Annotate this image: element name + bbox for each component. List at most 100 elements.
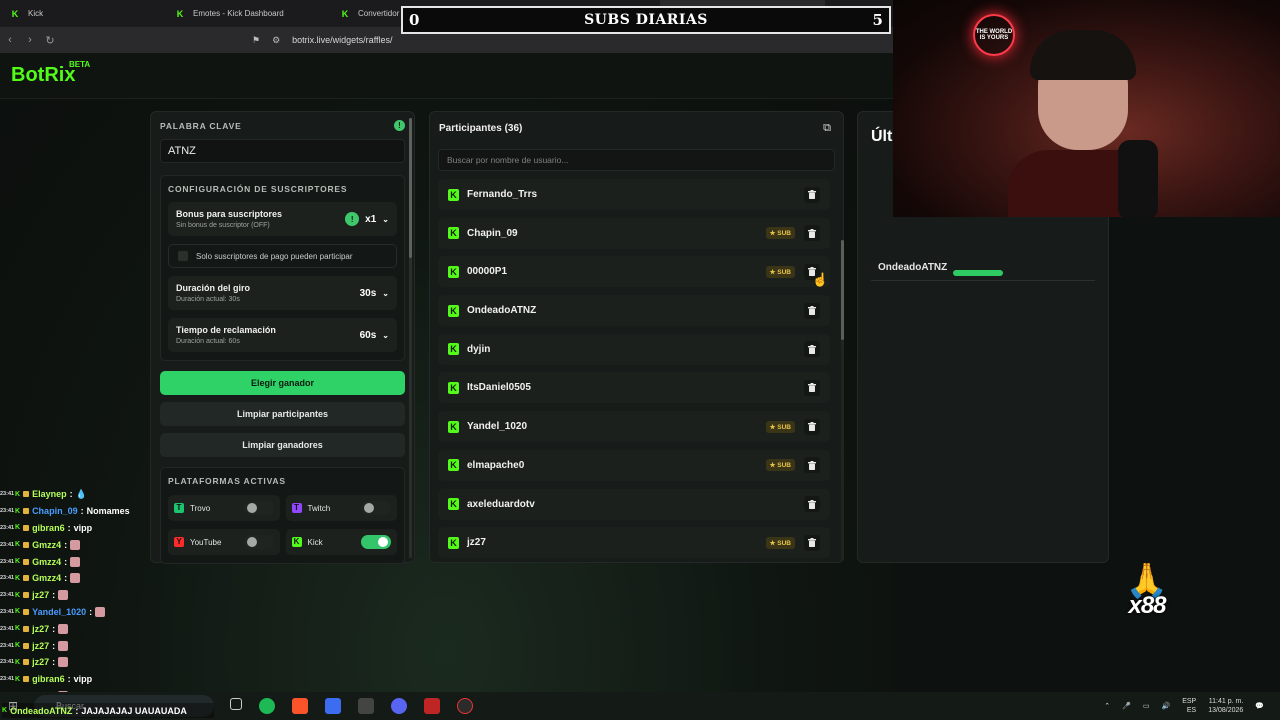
subs-left-count: 0 <box>409 11 420 29</box>
kick-icon: K <box>15 507 21 515</box>
botrix-logo[interactable]: BotRix BETA <box>11 60 90 87</box>
url-text[interactable]: botrix.live/widgets/raffles/ <box>292 35 392 45</box>
delete-participant-button[interactable] <box>804 496 820 512</box>
url-field[interactable]: ⚑ ⚙ botrix.live/widgets/raffles/ <box>252 35 393 46</box>
clock[interactable]: 11:41 p. m. 13/08/2026 <box>1208 697 1243 715</box>
keyword-title: PALABRA CLAVE <box>160 120 242 131</box>
badge-icon <box>23 592 30 599</box>
chevron-up-icon[interactable]: ⌃ <box>1104 702 1110 710</box>
emote-icon <box>95 606 106 617</box>
microphone-icon[interactable]: 🎤 <box>1122 702 1131 710</box>
claim-time-select[interactable]: 60s ⌄ <box>360 330 389 341</box>
chat-line: 23:41Kjz27: <box>0 637 215 654</box>
chat-timestamp: 23:41 <box>0 676 15 683</box>
checkbox-box[interactable] <box>178 251 188 261</box>
spotify-icon[interactable] <box>259 698 275 714</box>
platform-toggle[interactable] <box>243 535 274 549</box>
clear-winners-button[interactable]: Limpiar ganadores <box>160 433 405 457</box>
volume-icon[interactable]: 🔊 <box>1162 702 1171 710</box>
config-scrollbar[interactable] <box>409 118 412 558</box>
chat-message: vipp <box>73 522 93 533</box>
app-icon[interactable] <box>457 698 473 714</box>
kick-icon: K <box>15 541 21 549</box>
chat-separator: : <box>52 640 56 651</box>
copy-icon[interactable]: ⧉ <box>823 122 831 135</box>
badge-icon <box>23 608 30 615</box>
delete-participant-button[interactable] <box>804 457 820 474</box>
bonus-select[interactable]: x1 ⌄ <box>365 214 389 225</box>
discord-icon[interactable] <box>391 698 407 714</box>
delete-participant-button[interactable] <box>804 225 820 242</box>
chat-username: gibran6 <box>32 522 65 533</box>
badge-icon <box>23 642 30 649</box>
network-icon[interactable]: ▭ <box>1143 702 1150 710</box>
claim-time-option: Tiempo de reclamación Duración actual: 6… <box>168 318 397 352</box>
clear-participants-button[interactable]: Limpiar participantes <box>160 402 405 426</box>
delete-participant-button[interactable] <box>804 302 820 319</box>
headphones-hair <box>1030 30 1136 80</box>
back-icon[interactable]: ‹ <box>0 34 20 46</box>
obs-icon[interactable] <box>358 698 374 714</box>
neon-sign: THE WORLD IS YOURS <box>973 14 1015 56</box>
subscriber-config-section: CONFIGURACIÓN DE SUSCRIPTORES Bonus para… <box>160 175 405 361</box>
platform-toggle[interactable] <box>361 501 391 515</box>
trash-icon <box>808 344 816 354</box>
kick-icon: K <box>448 343 459 356</box>
chat-username: gibran6 <box>32 674 65 685</box>
kick-icon: K <box>448 265 459 278</box>
paid-subs-only-checkbox[interactable]: Solo suscriptores de pago pueden partici… <box>168 244 397 268</box>
chevron-down-icon: ⌄ <box>382 214 389 224</box>
delete-participant-button[interactable] <box>804 186 820 203</box>
spin-duration-select[interactable]: 30s ⌄ <box>360 288 389 299</box>
participant-row: K OndeadoATNZ <box>438 295 830 327</box>
clock-time: 11:41 p. m. <box>1208 698 1244 705</box>
delete-participant-button[interactable] <box>804 418 820 435</box>
info-icon[interactable]: ! <box>394 120 405 131</box>
brave-icon[interactable] <box>292 698 308 714</box>
browser-tab[interactable]: K Kick <box>0 0 165 27</box>
participant-name: dyjin <box>467 343 491 355</box>
participant-name: axeleduardotv <box>467 498 535 510</box>
emote-icon <box>70 573 81 584</box>
app-icon[interactable] <box>424 698 440 714</box>
bookmark-icon[interactable]: ⚑ <box>252 35 260 46</box>
app-icon[interactable] <box>325 698 341 714</box>
chat-message: JAJAJAJAJ UAUAUADA <box>81 705 187 716</box>
delete-participant-button[interactable] <box>804 534 820 551</box>
platform-toggle[interactable] <box>243 501 274 515</box>
bonus-info-icon[interactable]: ! <box>345 212 360 226</box>
winner-status-pill <box>953 270 1003 276</box>
trash-icon <box>808 383 816 393</box>
site-info-icon[interactable]: ⚙ <box>272 35 280 46</box>
task-view-icon[interactable] <box>230 698 242 710</box>
spin-value: 30s <box>359 287 377 299</box>
reload-icon[interactable]: ↻ <box>40 34 60 47</box>
lang-bottom: ES <box>1186 707 1197 714</box>
claim-value: 60s <box>359 329 377 341</box>
bonus-subtitle: Sin bonus de suscriptor (OFF) <box>176 222 270 229</box>
notification-icon[interactable]: 💬 <box>1255 702 1264 710</box>
kick-icon: K <box>15 642 21 650</box>
forward-icon[interactable]: › <box>20 34 40 46</box>
keyword-input[interactable]: ATNZ <box>160 139 405 163</box>
chat-bottom-message: K OndeadoATNZ : JAJAJAJAJ UAUAUADA <box>2 703 214 718</box>
chat-timestamp: 23:41 <box>0 625 15 632</box>
participants-list: K Fernando_Trrs K Chapin_09 ★ SUB K 00000P1 ★ S… <box>438 179 835 559</box>
platform-toggle[interactable] <box>361 535 391 549</box>
participant-row: Kdyjin <box>438 333 830 365</box>
claim-title: Tiempo de reclamación <box>176 325 276 335</box>
tab-favicon-icon: K <box>11 8 19 19</box>
participants-title: Participantes (36) <box>439 123 523 134</box>
badge-icon <box>23 676 30 683</box>
chat-timestamp: 23:41 <box>0 592 15 599</box>
browser-tab[interactable]: K Emotes - Kick Dashboard <box>165 0 330 27</box>
participant-row: K ItsDaniel0505 <box>438 372 830 404</box>
participants-scrollbar[interactable] <box>841 240 844 560</box>
participant-search-input[interactable]: Buscar por nombre de usuario... <box>438 149 835 171</box>
chat-separator: : <box>67 674 71 685</box>
delete-participant-button[interactable] <box>804 379 820 396</box>
language-indicator[interactable]: ESP ES <box>1182 697 1196 715</box>
delete-participant-button[interactable] <box>804 341 820 358</box>
chat-timestamp: 23:41 <box>0 491 15 498</box>
pick-winner-button[interactable]: Elegir ganador <box>160 371 405 395</box>
